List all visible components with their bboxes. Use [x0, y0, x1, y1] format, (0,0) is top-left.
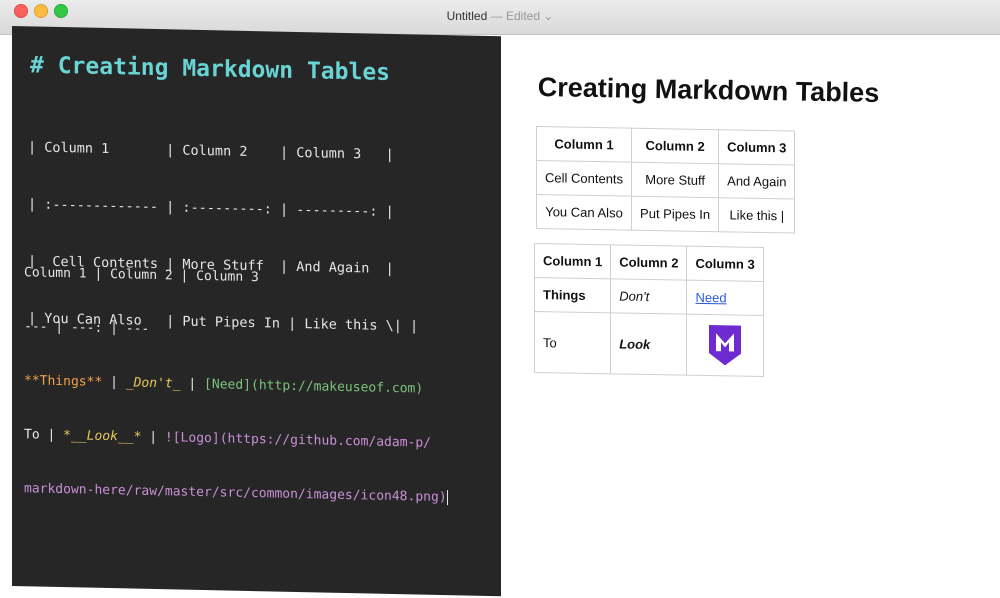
editor-line: To | *__Look__* | ![Logo](https://github… [24, 427, 432, 451]
table-cell: To [534, 311, 611, 374]
table-cell: Need [686, 280, 764, 316]
chevron-down-icon[interactable]: ⌄ [543, 9, 553, 23]
edited-status: Edited [505, 9, 540, 23]
editor-line: Column 1 | Column 2 | Column 3 [24, 265, 259, 286]
table-header-cell: Column 1 [536, 126, 632, 163]
table-cell: And Again [718, 163, 795, 200]
table-cell: Look [610, 312, 687, 376]
table-cell [686, 314, 764, 377]
editor-line: --- | ---: | --- [24, 319, 150, 337]
md-link-need: [Need](http://makeuseof.com) [204, 377, 424, 397]
need-link[interactable]: Need [695, 290, 726, 306]
editor-second-table: Column 1 | Column 2 | Column 3 --- | ---… [24, 228, 448, 543]
table-header-row: Column 1 Column 2 Column 3 [534, 243, 764, 282]
table-row: You Can Also Put Pipes In Like this | [536, 194, 795, 234]
makeuseof-logo-icon [709, 325, 742, 366]
editor-line: | Column 1 | Column 2 | Column 3 | [28, 139, 394, 163]
preview-table-1: Column 1 Column 2 Column 3 Cell Contents… [536, 126, 795, 234]
text-cursor [446, 490, 448, 506]
editor-line: | :------------- | :---------: | -------… [28, 196, 394, 220]
md-italic-dont: _Don't_ [125, 375, 181, 392]
table-header-row: Column 1 Column 2 Column 3 [536, 126, 795, 166]
table-row: Things Don't Need [534, 277, 764, 316]
table-header-cell: Column 2 [631, 128, 719, 164]
table-cell: Like this | [718, 197, 795, 234]
table-cell: Cell Contents [536, 160, 632, 197]
preview-title: Creating Markdown Tables [537, 72, 880, 108]
editor-heading: # Creating Markdown Tables [30, 52, 391, 86]
table-header-cell: Column 2 [610, 244, 687, 281]
md-image-link-cont: markdown-here/raw/master/src/common/imag… [24, 481, 447, 506]
table-row: Cell Contents More Stuff And Again [536, 160, 795, 200]
table-header-cell: Column 3 [686, 246, 764, 282]
table-cell: Things [534, 277, 611, 313]
markdown-editor[interactable]: # Creating Markdown Tables | Column 1 | … [12, 26, 501, 597]
md-bolditalic-look: *__Look__* [63, 428, 142, 445]
table-row: To Look [534, 311, 764, 377]
md-image-link: ![Logo](https://github.com/adam-p/ [164, 430, 432, 451]
document-name: Untitled [446, 9, 488, 23]
table-cell: More Stuff [631, 162, 719, 198]
table-cell: Don't [610, 278, 687, 315]
table-header-cell: Column 1 [534, 243, 611, 279]
preview-table-2: Column 1 Column 2 Column 3 Things Don't … [534, 243, 764, 377]
table-header-cell: Column 3 [718, 129, 795, 166]
table-cell: Put Pipes In [631, 196, 719, 232]
editor-line: **Things** | _Don't_ | [Need](http://mak… [24, 373, 424, 397]
table-cell: You Can Also [536, 194, 632, 231]
editor-line: markdown-here/raw/master/src/common/imag… [24, 480, 448, 507]
md-bold-things: **Things** [24, 373, 103, 390]
window-title[interactable]: Untitled — Edited ⌄ [0, 9, 1000, 23]
